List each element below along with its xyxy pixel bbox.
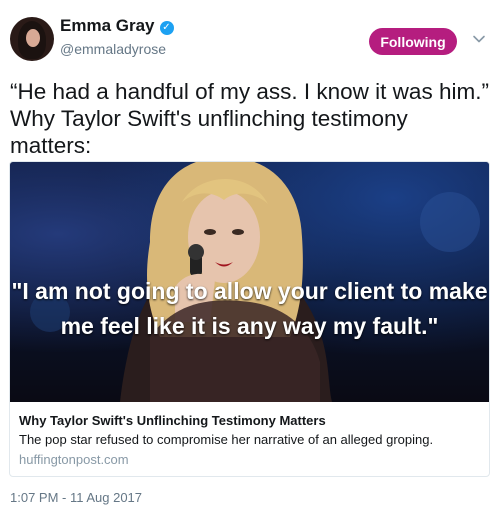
avatar-face xyxy=(26,29,40,47)
verified-badge-icon: ✓ xyxy=(159,21,174,35)
author-name-text[interactable]: Emma Gray xyxy=(60,16,155,35)
card-description: The pop star refused to compromise her n… xyxy=(19,432,434,447)
tweet-timestamp[interactable]: 1:07 PM - 11 Aug 2017 xyxy=(10,490,142,505)
link-card[interactable]: "I am not going to allow your client to … xyxy=(9,161,490,477)
author-name[interactable]: Emma Gray ✓ xyxy=(60,16,174,36)
following-button[interactable]: Following xyxy=(369,28,457,55)
author-handle[interactable]: @emmaladyrose xyxy=(60,41,166,57)
avatar[interactable] xyxy=(10,17,54,61)
card-image[interactable]: "I am not going to allow your client to … xyxy=(10,162,489,402)
card-title[interactable]: Why Taylor Swift's Unflinching Testimony… xyxy=(19,413,326,428)
chevron-down-icon[interactable] xyxy=(472,32,486,46)
card-image-quote: "I am not going to allow your client to … xyxy=(11,278,488,339)
tweet-text: “He had a handful of my ass. I know it w… xyxy=(10,79,489,158)
card-domain[interactable]: huffingtonpost.com xyxy=(19,452,129,467)
